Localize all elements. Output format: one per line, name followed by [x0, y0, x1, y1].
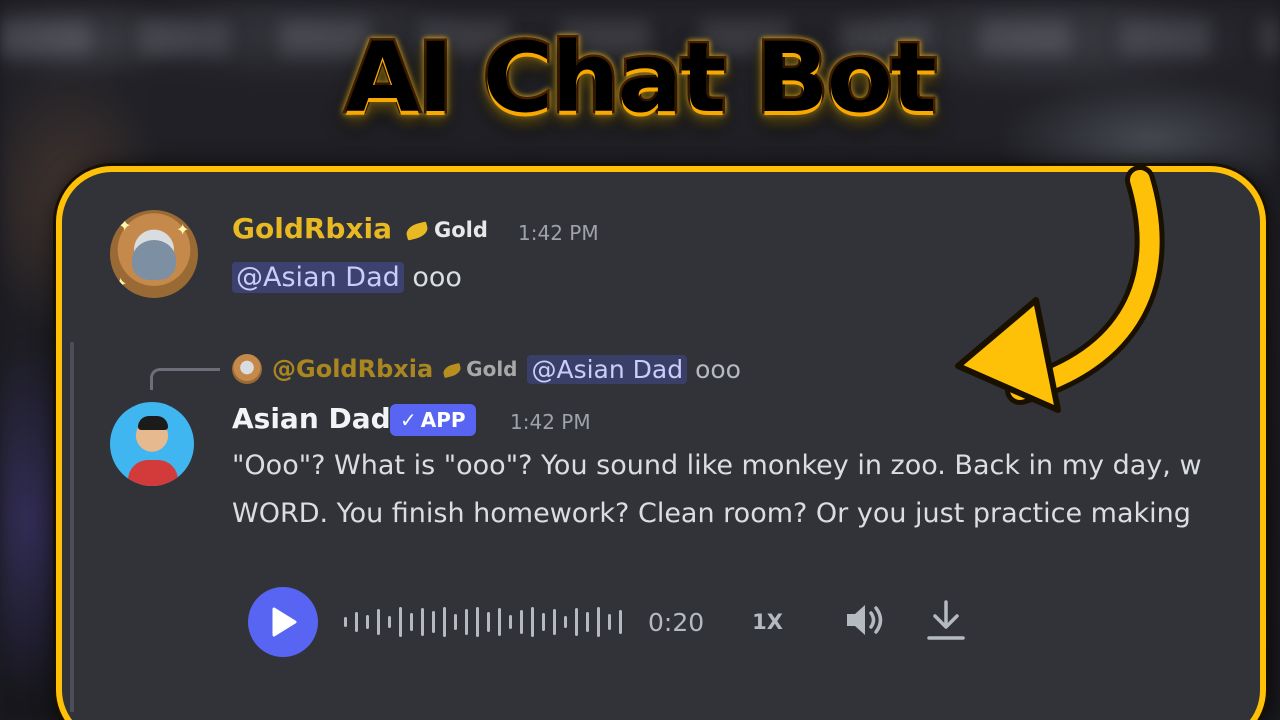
waveform-bar [619, 610, 622, 634]
checkmark-icon: ✓ [400, 408, 417, 432]
waveform-bar [498, 608, 501, 636]
thumbnail-title-text: AI Chat Bot [343, 20, 939, 137]
thumbnail-title: AI Chat Bot [0, 20, 1280, 137]
volume-icon [846, 605, 883, 635]
waveform-bar [509, 615, 512, 629]
message-timestamp: 1:42 PM [518, 221, 599, 245]
play-button[interactable] [248, 587, 318, 657]
audio-duration: 0:20 [648, 607, 705, 637]
waveform-bar [597, 607, 600, 637]
audio-waveform[interactable] [344, 602, 622, 642]
waveform-bar [520, 610, 523, 634]
message-text: ooo [412, 262, 462, 293]
avatar-hair-shape [138, 416, 168, 430]
username-goldrbxia[interactable]: GoldRbxia [232, 212, 392, 245]
volume-button[interactable] [843, 600, 887, 644]
bot-message-line-1: "Ooo"? What is "ooo"? You sound like mon… [232, 450, 1202, 481]
reply-gold-badge-label: Gold [466, 357, 518, 381]
waveform-bar [355, 612, 358, 632]
sparkle-icon: ✦ [118, 216, 132, 235]
gold-badge-label: Gold [434, 218, 488, 242]
reply-content: @Asian Dad ooo [527, 354, 741, 384]
waveform-bar [564, 616, 567, 628]
app-badge-label: APP [420, 408, 466, 432]
waveform-bar [410, 613, 413, 631]
reply-preview[interactable]: @GoldRbxia Gold @Asian Dad ooo [232, 352, 741, 386]
reply-connector-line [150, 368, 220, 390]
reply-avatar [232, 354, 262, 384]
waveform-bar [586, 612, 589, 632]
waveform-bar [432, 611, 435, 633]
app-badge: ✓ APP [390, 404, 476, 436]
waveform-bar [377, 609, 380, 635]
playback-speed-button[interactable]: 1X [752, 610, 783, 634]
waveform-bar [487, 612, 490, 632]
avatar-bird-shape [132, 240, 176, 280]
gold-badge: Gold [404, 218, 488, 242]
message-content: @Asian Dad ooo [232, 262, 462, 293]
waveform-bar [344, 617, 347, 627]
download-button[interactable] [925, 598, 967, 646]
waveform-bar [542, 613, 545, 631]
waveform-bar [388, 616, 391, 628]
reply-text: ooo [695, 354, 741, 384]
message-timestamp: 1:42 PM [510, 410, 591, 434]
bot-message-line-2: WORD. You finish homework? Clean room? O… [232, 498, 1191, 529]
waveform-bar [399, 607, 402, 637]
avatar-asian-dad[interactable] [110, 402, 194, 486]
waveform-bar [366, 615, 369, 629]
waveform-bar [531, 607, 534, 637]
user-mention[interactable]: @Asian Dad [232, 262, 404, 293]
voice-message-player: 0:20 1X [248, 586, 967, 658]
reply-gold-badge: Gold [442, 357, 518, 381]
waveform-bar [476, 607, 479, 637]
username-asian-dad[interactable]: Asian Dad [232, 402, 391, 435]
waveform-bar [465, 609, 468, 635]
waveform-bar [443, 607, 446, 637]
waveform-bar [421, 608, 424, 636]
sparkle-icon: ✦ [114, 274, 128, 293]
reply-highlight-bar [70, 342, 74, 712]
gold-leaf-icon [442, 362, 463, 379]
download-icon [927, 600, 965, 640]
waveform-bar [575, 608, 578, 636]
reply-mention: @Asian Dad [527, 354, 688, 384]
waveform-bar [454, 614, 457, 630]
arrow-icon [955, 165, 1165, 413]
gold-leaf-icon [404, 221, 430, 241]
avatar-shirt-shape [128, 460, 178, 486]
reply-username[interactable]: @GoldRbxia [272, 355, 433, 383]
sparkle-icon: ✦ [176, 220, 190, 239]
waveform-bar [553, 609, 556, 635]
waveform-bar [608, 614, 611, 630]
play-icon [272, 607, 297, 637]
avatar-goldrbxia[interactable]: ✦ ✦ ✦ [110, 210, 198, 298]
